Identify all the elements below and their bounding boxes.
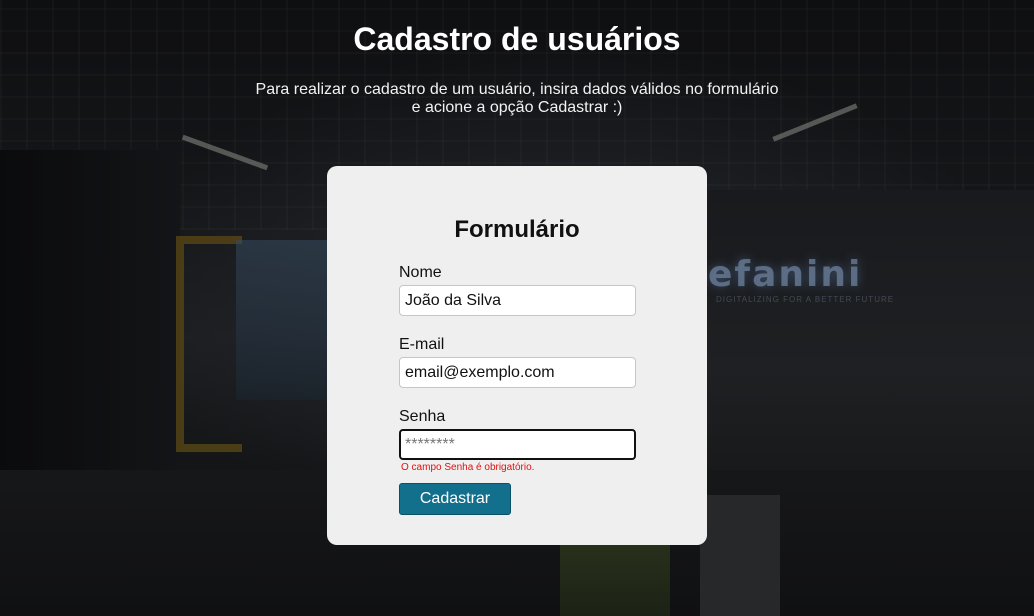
email-label: E-mail — [399, 336, 445, 353]
senha-input[interactable] — [399, 429, 636, 460]
nome-field-group: Nome — [399, 264, 636, 316]
page-subtitle: Para realizar o cadastro de um usuário, … — [247, 81, 787, 117]
subtitle-line-2: e acione a opção Cadastrar :) — [411, 99, 623, 116]
nome-label: Nome — [399, 264, 442, 281]
email-input[interactable] — [399, 357, 636, 388]
registration-form-card: Formulário Nome E-mail Senha O campo Sen… — [327, 166, 707, 545]
page-title: Cadastro de usuários — [353, 21, 681, 57]
senha-label: Senha — [399, 408, 446, 425]
senha-error-message: O campo Senha é obrigatório. — [401, 462, 535, 473]
subtitle-line-1: Para realizar o cadastro de um usuário, … — [255, 81, 779, 98]
form-title: Formulário — [454, 216, 580, 243]
page-header: Cadastro de usuários Para realizar o cad… — [0, 0, 1034, 117]
cadastrar-button[interactable]: Cadastrar — [399, 483, 511, 515]
email-field-group: E-mail — [399, 336, 636, 388]
nome-input[interactable] — [399, 285, 636, 316]
senha-field-group: Senha O campo Senha é obrigatório. — [399, 408, 636, 474]
